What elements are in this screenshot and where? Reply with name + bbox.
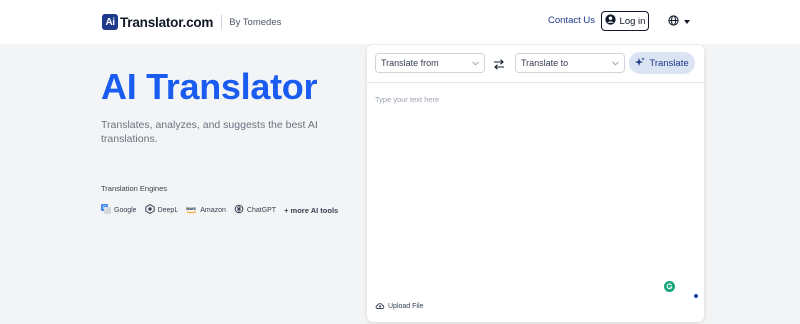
translate-to-label: Translate to bbox=[521, 58, 569, 68]
logo-divider bbox=[221, 15, 223, 29]
translator-panel: Translate from Translate to Translate Ty… bbox=[367, 45, 704, 322]
google-translate-icon: G bbox=[101, 204, 111, 216]
sparkle-icon bbox=[635, 57, 645, 70]
chevron-down-icon bbox=[472, 58, 479, 68]
chatgpt-icon bbox=[234, 204, 244, 216]
source-text-input[interactable]: Type your text here bbox=[375, 95, 675, 104]
translate-button-label: Translate bbox=[649, 57, 689, 69]
svg-text:aws: aws bbox=[186, 207, 196, 212]
page-title: AI Translator bbox=[101, 66, 318, 107]
engine-amazon: aws Amazon bbox=[186, 205, 226, 216]
chevron-down-icon bbox=[612, 58, 619, 68]
engine-label: Amazon bbox=[200, 206, 226, 214]
engine-deepl: DeepL bbox=[144, 204, 179, 216]
login-label: Log in bbox=[619, 15, 646, 27]
chevron-down-icon bbox=[684, 17, 690, 27]
globe-icon bbox=[668, 15, 679, 28]
user-icon bbox=[604, 14, 616, 28]
cloud-upload-icon bbox=[375, 301, 385, 312]
contact-us-link[interactable]: Contact Us bbox=[548, 15, 595, 26]
page-subtitle: Translates, analyzes, and suggests the b… bbox=[101, 119, 318, 145]
logo-badge: Ai bbox=[102, 14, 118, 30]
engine-label: DeepL bbox=[157, 206, 179, 214]
engine-chatgpt: ChatGPT bbox=[234, 204, 276, 216]
upload-file-button[interactable]: Upload File bbox=[375, 301, 423, 312]
language-selector[interactable] bbox=[668, 15, 690, 28]
engines-label: Translation Engines bbox=[101, 184, 168, 193]
svg-text:G: G bbox=[103, 206, 107, 212]
logo-byline: By Tomedes bbox=[229, 16, 282, 28]
grammarly-icon[interactable] bbox=[664, 281, 675, 292]
more-ai-tools-link[interactable]: + more AI tools bbox=[284, 206, 338, 215]
translate-from-select[interactable]: Translate from bbox=[375, 53, 485, 73]
translator-toolbar: Translate from Translate to Translate bbox=[367, 45, 704, 83]
engine-label: ChatGPT bbox=[246, 206, 277, 214]
translate-to-select[interactable]: Translate to bbox=[515, 53, 625, 73]
status-dot bbox=[694, 294, 698, 298]
site-logo[interactable]: Ai Translator.com By Tomedes bbox=[102, 13, 281, 31]
upload-file-label: Upload File bbox=[388, 303, 424, 310]
logo-text: Translator.com bbox=[120, 14, 214, 30]
top-navbar: Ai Translator.com By Tomedes Contact Us … bbox=[0, 0, 800, 44]
engine-google: G Google bbox=[101, 204, 137, 216]
login-button[interactable]: Log in bbox=[601, 11, 649, 31]
translate-from-label: Translate from bbox=[381, 58, 439, 68]
swap-languages-icon[interactable] bbox=[493, 57, 505, 75]
amazon-icon: aws bbox=[186, 205, 197, 216]
engine-label: Google bbox=[114, 206, 137, 214]
translate-button[interactable]: Translate bbox=[629, 52, 695, 74]
deepl-icon bbox=[144, 204, 155, 216]
engines-list: G Google DeepL aws Amazon ChatGPT + more… bbox=[101, 204, 338, 216]
